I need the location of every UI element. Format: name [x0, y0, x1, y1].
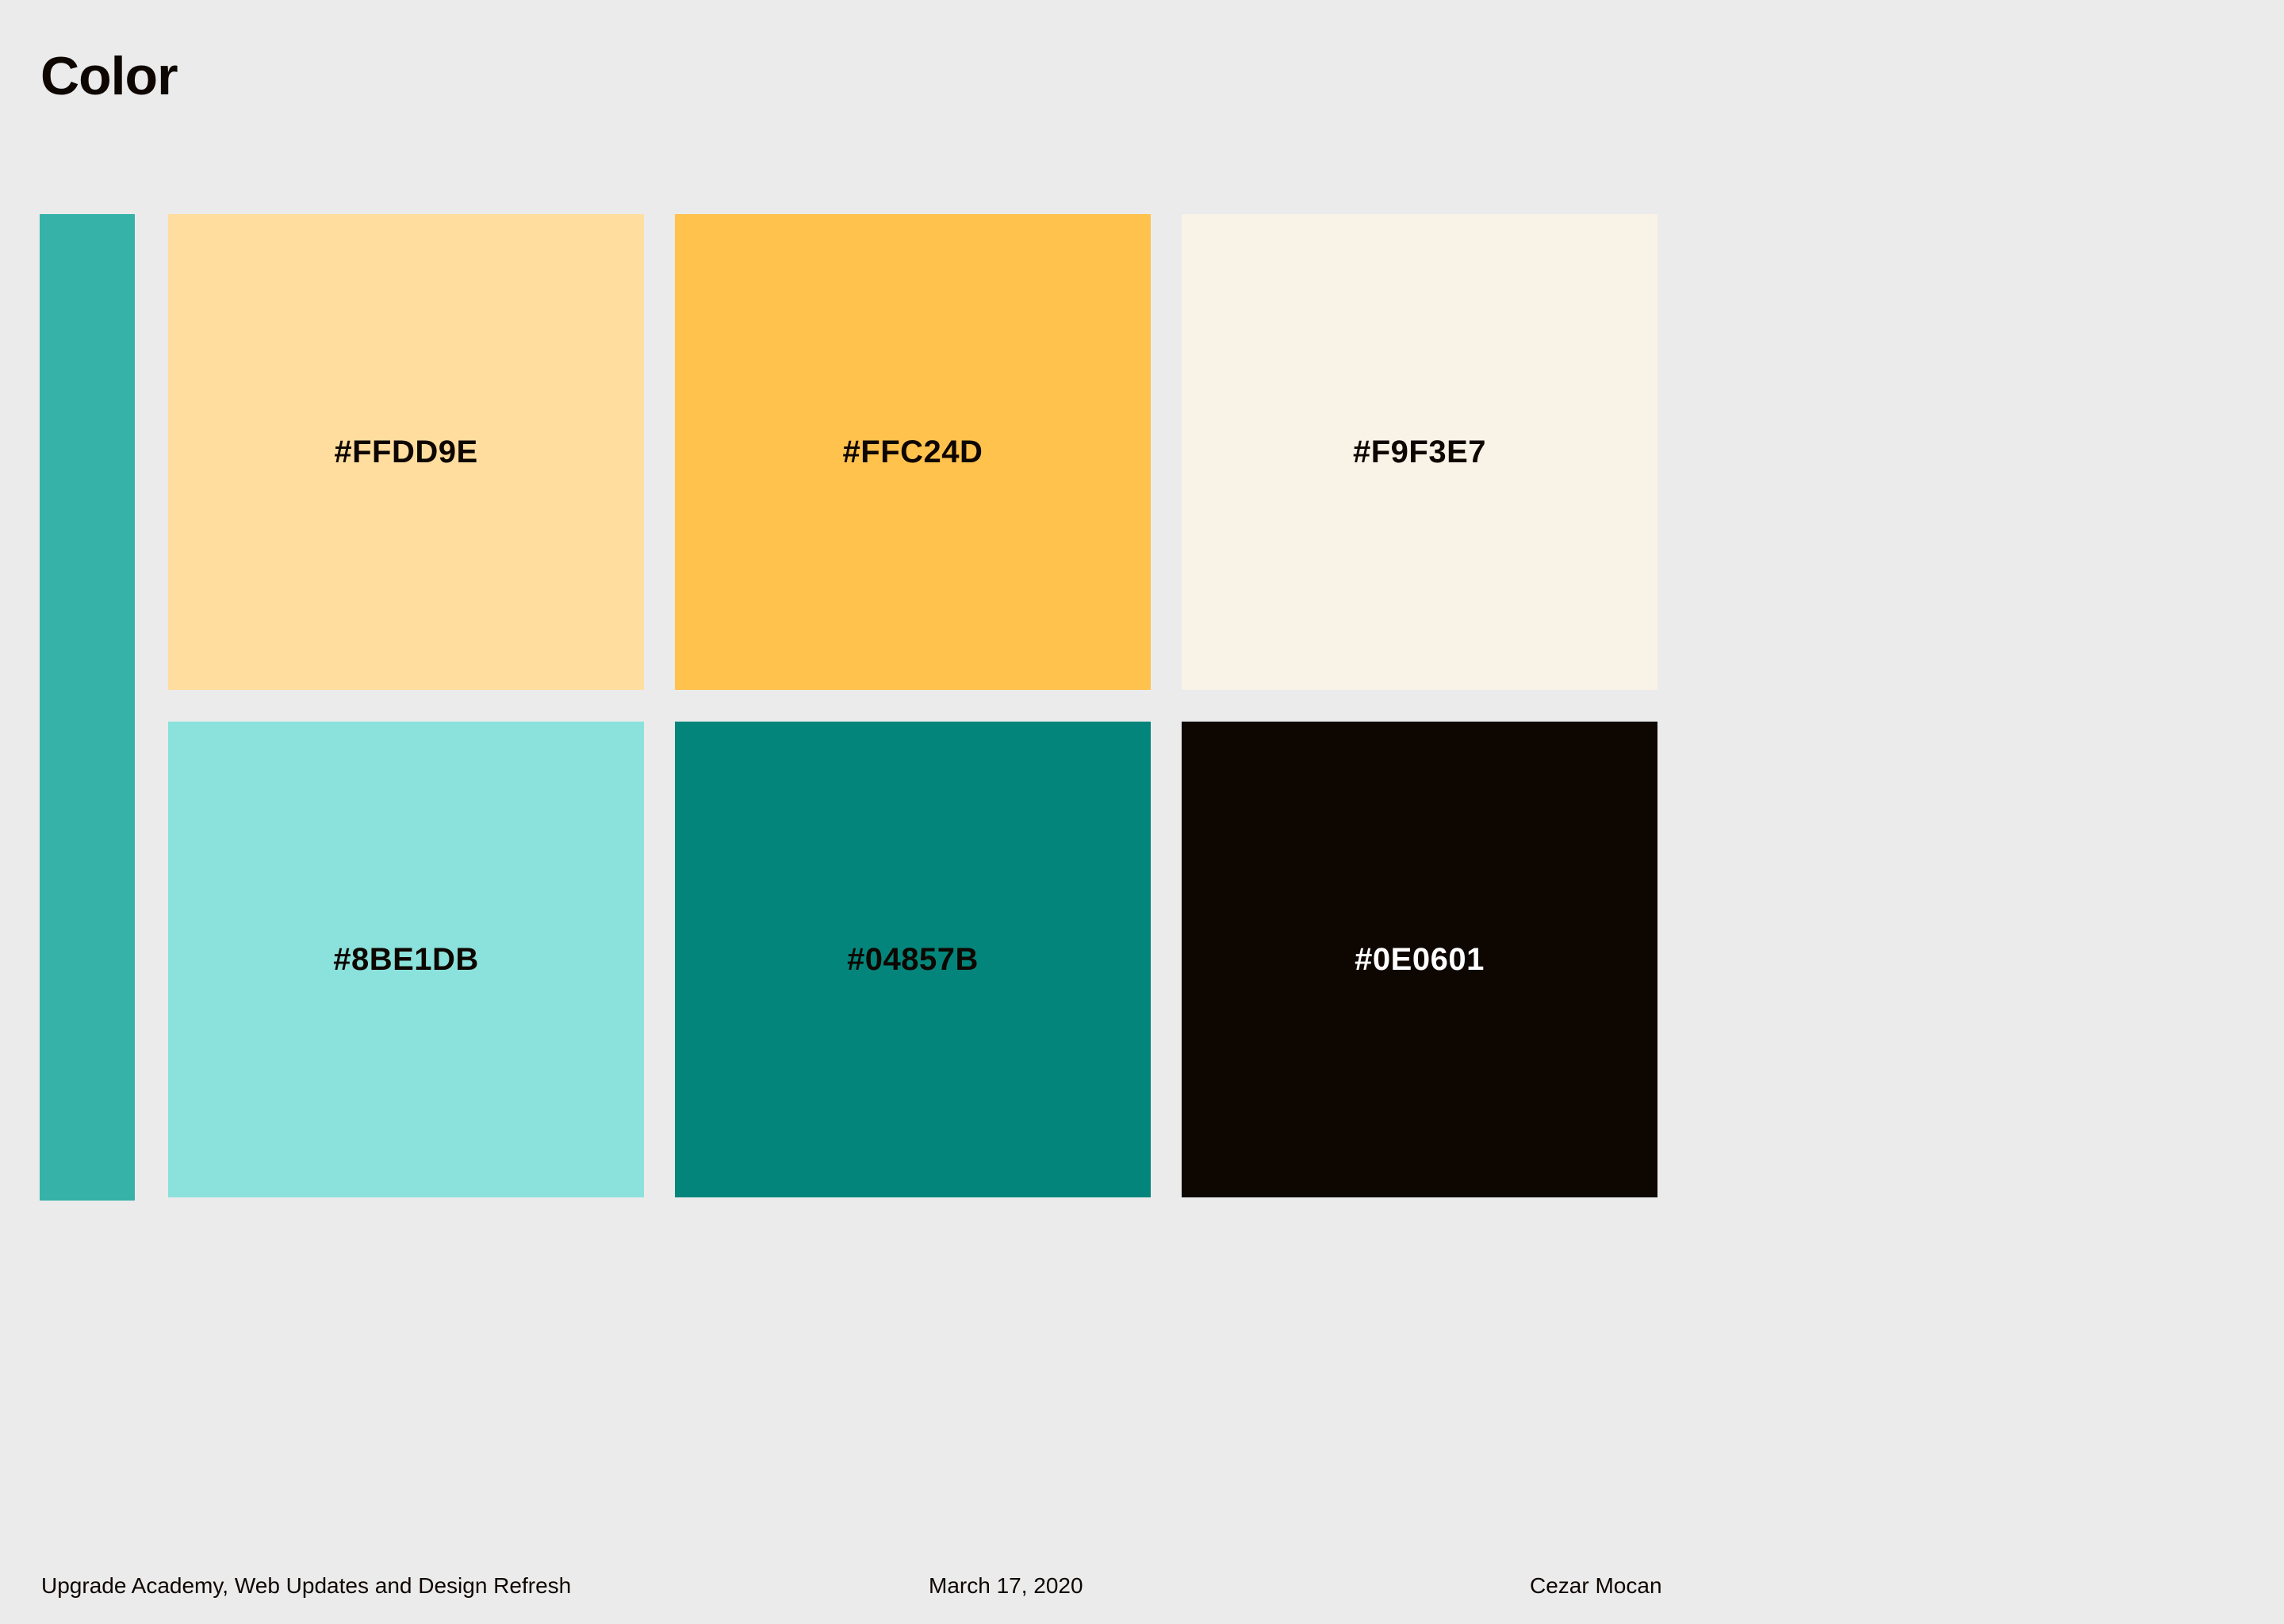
swatch-hex-label: #8BE1DB	[333, 941, 479, 977]
swatch-hex-label: #F9F3E7	[1352, 434, 1487, 469]
color-swatch: #0E0601	[1182, 722, 1657, 1197]
color-swatch-grid: #FFDD9E #FFC24D #F9F3E7 #8BE1DB #04857B …	[168, 214, 1657, 1197]
color-swatch: #FFC24D	[675, 214, 1151, 690]
color-swatch: #FFDD9E	[168, 214, 644, 690]
footer-date: March 17, 2020	[929, 1573, 1083, 1598]
swatch-hex-label: #04857B	[847, 941, 979, 977]
footer-author: Cezar Mocan	[1530, 1573, 1662, 1598]
swatch-hex-label: #0E0601	[1355, 941, 1485, 977]
swatch-hex-label: #FFC24D	[842, 434, 983, 469]
footer-project-name: Upgrade Academy, Web Updates and Design …	[41, 1573, 572, 1598]
color-swatch: #F9F3E7	[1182, 214, 1657, 690]
page-title: Color	[40, 46, 178, 106]
color-swatch: #04857B	[675, 722, 1151, 1197]
color-swatch: #8BE1DB	[168, 722, 644, 1197]
accent-bar	[40, 214, 135, 1201]
swatch-hex-label: #FFDD9E	[334, 434, 478, 469]
